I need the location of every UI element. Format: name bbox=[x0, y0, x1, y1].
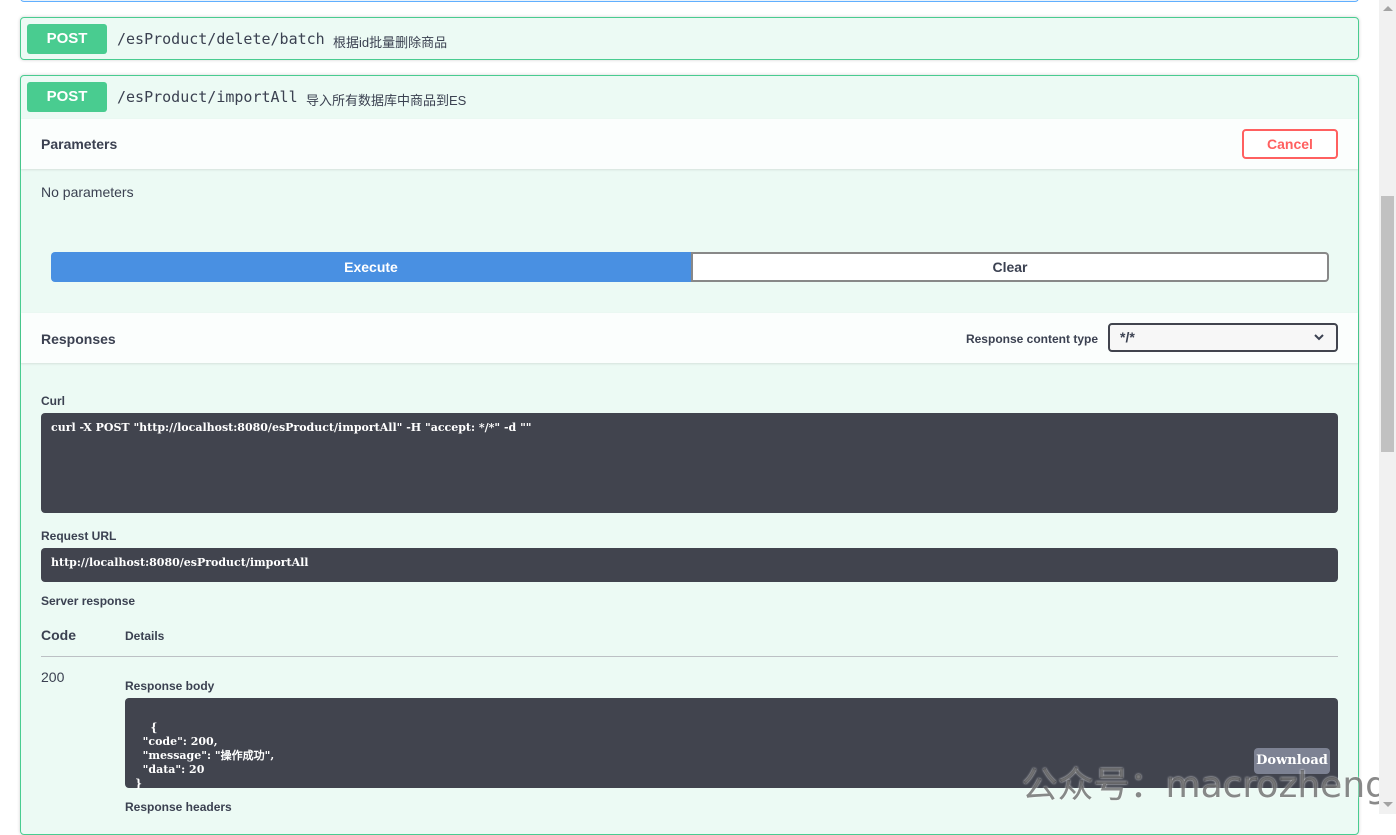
endpoint-path: /esProduct/importAll bbox=[117, 88, 298, 106]
response-content-type-select[interactable]: */* bbox=[1108, 323, 1338, 352]
request-url-value: http://localhost:8080/esProduct/importAl… bbox=[41, 548, 1338, 582]
curl-label: Curl bbox=[41, 394, 65, 408]
response-content-type-label: Response content type bbox=[965, 332, 1098, 346]
execute-button[interactable]: Execute bbox=[51, 252, 691, 282]
endpoint-description: 根据id批量删除商品 bbox=[333, 35, 448, 50]
clear-button[interactable]: Clear bbox=[691, 252, 1329, 282]
no-parameters-text: No parameters bbox=[41, 184, 134, 200]
execute-wrapper: Execute Clear bbox=[51, 252, 1329, 282]
opblock-delete-batch[interactable]: POST /esProduct/delete/batch 根据id批量删除商品 bbox=[20, 17, 1359, 60]
response-body-text: { "code": 200, "message": "操作成功", "data"… bbox=[135, 721, 275, 790]
parameters-title: Parameters bbox=[41, 136, 118, 152]
endpoint-description: 导入所有数据库中商品到ES bbox=[306, 93, 467, 108]
response-code: 200 bbox=[41, 669, 65, 685]
cancel-button[interactable]: Cancel bbox=[1242, 129, 1338, 159]
scroll-thumb[interactable] bbox=[1381, 196, 1394, 452]
opblock-summary[interactable]: POST /esProduct/delete/batch 根据id批量删除商品 bbox=[21, 18, 1358, 60]
opblock-import-all: POST /esProduct/importAll 导入所有数据库中商品到ES … bbox=[20, 75, 1359, 835]
chevron-down-icon bbox=[1314, 334, 1324, 341]
scroll-down-arrow-icon[interactable] bbox=[1383, 802, 1393, 807]
response-body-label: Response body bbox=[125, 679, 215, 693]
watermark: 公众号：macrozheng bbox=[1021, 765, 1389, 806]
table-divider bbox=[41, 656, 1338, 657]
details-column-header: Details bbox=[125, 629, 165, 643]
selected-content-type: */* bbox=[1120, 329, 1135, 345]
method-badge: POST bbox=[27, 82, 107, 112]
endpoint-path: /esProduct/delete/batch bbox=[117, 30, 325, 48]
responses-header: Responses Response content type */* bbox=[21, 313, 1358, 363]
method-badge: POST bbox=[27, 24, 107, 54]
parameters-header: Parameters Cancel bbox=[21, 119, 1358, 169]
code-column-header: Code bbox=[41, 627, 76, 643]
previous-opblock-edge bbox=[20, 0, 1359, 2]
server-response-label: Server response bbox=[41, 594, 136, 608]
opblock-summary[interactable]: POST /esProduct/importAll 导入所有数据库中商品到ES bbox=[21, 76, 1358, 118]
scrollbar[interactable] bbox=[1379, 0, 1396, 814]
responses-title: Responses bbox=[41, 331, 116, 347]
request-url-label: Request URL bbox=[41, 529, 117, 543]
response-headers-label: Response headers bbox=[125, 800, 232, 814]
curl-command: curl -X POST "http://localhost:8080/esPr… bbox=[41, 413, 1338, 513]
scroll-up-arrow-icon[interactable] bbox=[1383, 6, 1393, 11]
